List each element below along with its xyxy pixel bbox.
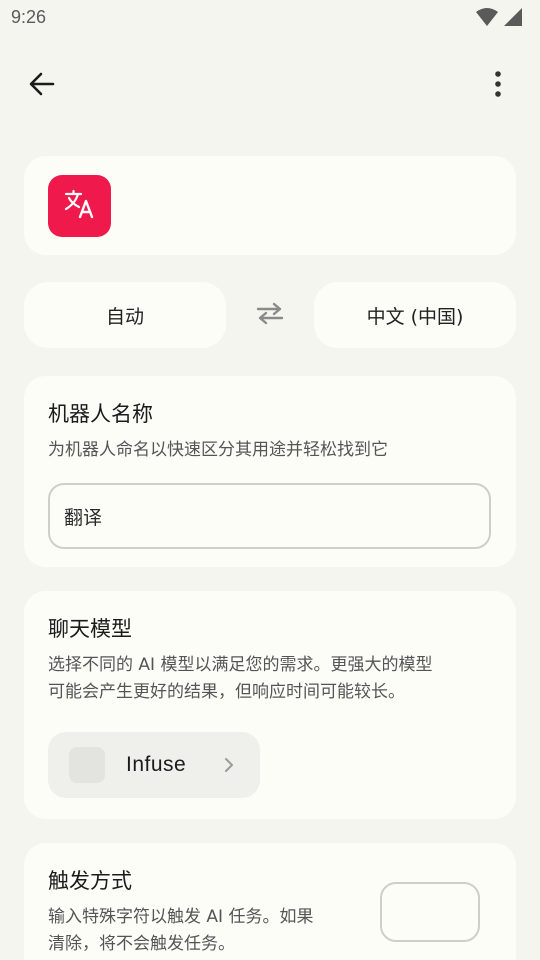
more-vertical-icon xyxy=(494,71,502,101)
top-app-bar xyxy=(0,56,540,112)
status-time: 9:26 xyxy=(11,7,47,27)
bot-name-description: 为机器人命名以快速区分其用途并轻松找到它 xyxy=(48,440,388,460)
source-language-button[interactable]: 自动 xyxy=(24,282,226,348)
translate-icon xyxy=(64,188,96,224)
bot-name-value: 翻译 xyxy=(64,506,103,529)
more-options-button[interactable] xyxy=(476,64,520,108)
trigger-description-line1: 输入特殊字符以触发 AI 任务。如果 xyxy=(48,907,314,927)
back-button[interactable] xyxy=(20,64,64,108)
chat-model-card: 聊天模型 选择不同的 AI 模型以满足您的需求。更强大的模型 可能会产生更好的结… xyxy=(24,591,516,819)
bot-avatar[interactable] xyxy=(48,175,111,237)
chat-model-description-line2: 可能会产生更好的结果，但响应时间可能较长。 xyxy=(48,682,405,702)
bot-name-title: 机器人名称 xyxy=(48,402,153,426)
status-icons xyxy=(476,7,522,31)
source-language-label: 自动 xyxy=(105,305,144,328)
model-name: Infuse xyxy=(126,753,187,776)
trigger-input[interactable] xyxy=(380,882,480,942)
target-language-button[interactable]: 中文 (中国) xyxy=(314,282,516,348)
chat-model-description-line1: 选择不同的 AI 模型以满足您的需求。更强大的模型 xyxy=(48,655,433,675)
chevron-right-icon xyxy=(224,757,234,773)
wifi-icon xyxy=(476,7,498,31)
bot-icon-card xyxy=(24,156,516,255)
arrow-left-icon xyxy=(29,71,55,101)
trigger-description-line2: 清除，将不会触发任务。 xyxy=(48,934,235,954)
model-thumbnail xyxy=(69,747,105,783)
model-selector-button[interactable]: Infuse xyxy=(48,732,260,798)
swap-icon xyxy=(255,301,285,329)
trigger-card: 触发方式 输入特殊字符以触发 AI 任务。如果 清除，将不会触发任务。 xyxy=(24,843,516,960)
trigger-title: 触发方式 xyxy=(48,869,132,893)
target-language-label: 中文 (中国) xyxy=(366,305,464,328)
swap-languages-button[interactable] xyxy=(248,298,292,332)
bot-name-input[interactable]: 翻译 xyxy=(48,483,491,549)
bot-name-card: 机器人名称 为机器人命名以快速区分其用途并轻松找到它 翻译 xyxy=(24,376,516,567)
chat-model-title: 聊天模型 xyxy=(48,617,132,641)
signal-icon xyxy=(502,7,522,31)
status-bar: 9:26 xyxy=(0,0,540,36)
